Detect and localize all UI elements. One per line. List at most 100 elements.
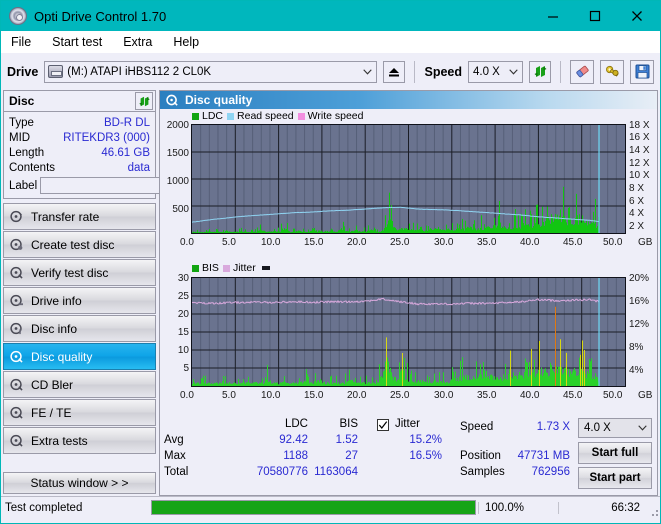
app-disc-icon: [9, 7, 27, 25]
sidebar-item-label: Extra tests: [31, 434, 88, 448]
stats-avg-bis: 1.52: [310, 434, 358, 446]
disc-label-key: Label: [9, 180, 37, 192]
menu-item-start-test[interactable]: Start test: [50, 33, 111, 51]
erase-button[interactable]: [570, 60, 594, 84]
main-panel: Disc quality LDC Read speed Write speed: [159, 90, 658, 496]
bis-xtick-20: 20.0: [347, 390, 366, 401]
stats-row-key-max: Max: [164, 450, 186, 462]
legend-label: Read speed: [237, 110, 294, 122]
statistics-panel: LDC BIS Jitter Avg 92.42 1.52 15.2% Max …: [160, 414, 657, 495]
start-full-button[interactable]: Start full: [578, 442, 652, 464]
disc-row-type: Type BD-R DL: [4, 115, 155, 130]
bis-plot-area[interactable]: [191, 277, 626, 387]
sidebar-item-create-test-disc[interactable]: Create test disc: [3, 231, 156, 258]
sidebar-item-transfer-rate[interactable]: Transfer rate: [3, 203, 156, 230]
menu-item-help[interactable]: Help: [171, 33, 208, 51]
legend-label: Write speed: [308, 110, 364, 122]
bis-chart-legend: BIS Jitter: [192, 262, 270, 274]
main-panel-title: Disc quality: [185, 93, 252, 107]
sidebar-item-verify-test-disc[interactable]: Verify test disc: [3, 259, 156, 286]
ldc-xtick-30: 30.0: [434, 237, 453, 248]
bis-xtick-5: 5.0: [222, 390, 236, 401]
ldc-xtick-45: 45.0: [563, 237, 582, 248]
stats-samples-key: Samples: [460, 466, 505, 478]
legend-item-bis: BIS: [192, 262, 219, 274]
disc-row-length: Length 46.61 GB: [4, 145, 155, 160]
disc-info-panel: Disc Type BD-R DL MID RITEK: [3, 90, 156, 199]
test-speed-value: 4.0 X: [584, 422, 611, 434]
jitter-checkbox[interactable]: [377, 419, 389, 431]
ldc-ytick-1500: 1500: [160, 148, 189, 159]
disc-icon: [10, 322, 23, 335]
ldc-ytick-1000: 1000: [160, 176, 189, 187]
stats-total-bis: 1163064: [300, 466, 358, 478]
ldc-y2tick-2x: 2 X: [629, 221, 644, 232]
sidebar-item-disc-quality[interactable]: Disc quality: [3, 343, 156, 370]
sidebar-item-fe-te[interactable]: FE / TE: [3, 399, 156, 426]
menu-item-file[interactable]: File: [9, 33, 40, 51]
ldc-y2tick-16x: 16 X: [629, 132, 650, 143]
bis-xtick-15: 15.0: [304, 390, 323, 401]
bis-y2tick-4pct: 4%: [629, 365, 643, 376]
close-button[interactable]: [616, 2, 658, 30]
legend-label: LDC: [202, 110, 223, 122]
sidebar-item-disc-info[interactable]: Disc info: [3, 315, 156, 342]
legend-swatch-icon: [223, 265, 230, 272]
ldc-y2tick-4x: 4 X: [629, 208, 644, 219]
save-button[interactable]: [630, 60, 654, 84]
bis-xaxis-unit: GB: [638, 390, 652, 401]
ldc-xtick-40: 40.0: [520, 237, 539, 248]
ldc-xtick-50: 50.0: [603, 237, 622, 248]
bis-xtick-30: 30.0: [434, 390, 453, 401]
resize-grip[interactable]: [648, 497, 660, 518]
ldc-y2tick-12x: 12 X: [629, 158, 650, 169]
window-title: Opti Drive Control 1.70: [34, 9, 532, 24]
ldc-xtick-35: 35.0: [477, 237, 496, 248]
stats-header-bis: BIS: [310, 418, 358, 430]
drive-select-value: (M:) ATAPI iHBS112 2 CL0K: [67, 66, 211, 78]
sidebar-item-drive-info[interactable]: Drive info: [3, 287, 156, 314]
progress-bar: [151, 500, 476, 515]
eject-button[interactable]: [383, 61, 405, 83]
maximize-button[interactable]: [574, 2, 616, 30]
stats-avg-ldc: 92.42: [240, 434, 308, 446]
legend-swatch-icon: [192, 113, 199, 120]
tools-button[interactable]: [600, 60, 624, 84]
ldc-plot-svg: [192, 125, 625, 233]
disc-refresh-button[interactable]: [135, 92, 153, 110]
speed-select[interactable]: 4.0 X: [468, 61, 523, 83]
ldc-xtick-20: 20.0: [347, 237, 366, 248]
ldc-ytick-500: 500: [160, 204, 189, 215]
bis-ytick-15: 15: [160, 327, 189, 338]
ldc-y2tick-18x: 18 X: [629, 120, 650, 131]
sidebar-item-label: Create test disc: [31, 238, 114, 252]
menu-item-extra[interactable]: Extra: [121, 33, 161, 51]
status-window-button[interactable]: Status window > >: [3, 472, 156, 494]
chevron-down-icon: [504, 62, 522, 82]
legend-swatch-icon: [227, 113, 234, 120]
speed-select-value: 4.0 X: [473, 66, 500, 78]
disc-panel-header: Disc: [4, 91, 155, 112]
test-speed-select[interactable]: 4.0 X: [578, 418, 652, 438]
chart-marker-icon: [262, 266, 270, 270]
bis-ytick-5: 5: [160, 363, 189, 374]
bis-y2tick-12pct: 12%: [629, 319, 649, 330]
sidebar-item-cd-bler[interactable]: CD Bler: [3, 371, 156, 398]
bis-xtick-25: 25.0: [390, 390, 409, 401]
refresh-button[interactable]: [529, 61, 551, 83]
drive-select[interactable]: (M:) ATAPI iHBS112 2 CL0K: [44, 61, 377, 83]
minimize-button[interactable]: [532, 2, 574, 30]
statistics-left: LDC BIS Jitter Avg 92.42 1.52 15.2% Max …: [160, 418, 460, 495]
start-part-button[interactable]: Start part: [578, 467, 652, 489]
toolbar-divider: [560, 61, 561, 83]
disc-row-contents: Contents data: [4, 160, 155, 175]
bis-xtick-10: 10.0: [261, 390, 280, 401]
stats-header-jitter: Jitter: [395, 418, 420, 430]
disc-icon: [166, 94, 178, 106]
drive-label: Drive: [7, 65, 38, 79]
progress-percent: 100.0%: [478, 502, 558, 514]
ldc-y2tick-8x: 8 X: [629, 183, 644, 194]
ldc-xtick-10: 10.0: [261, 237, 280, 248]
ldc-plot-area[interactable]: [191, 124, 626, 234]
sidebar-item-extra-tests[interactable]: Extra tests: [3, 427, 156, 454]
